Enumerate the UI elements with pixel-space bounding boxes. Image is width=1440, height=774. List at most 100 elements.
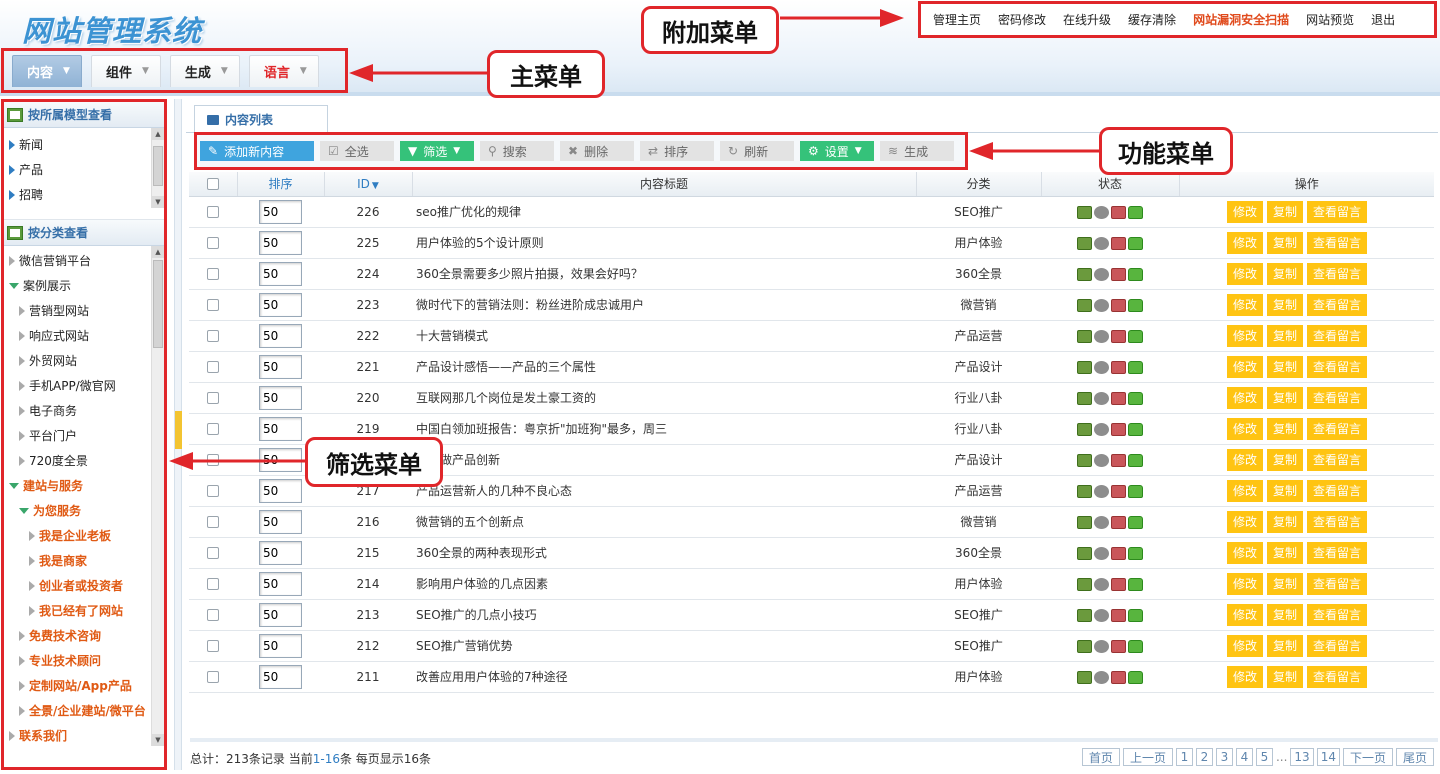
sort-order-input[interactable]: [259, 509, 302, 534]
title-cell[interactable]: 影响用户体验的几点因素: [412, 568, 916, 600]
row-select-cell[interactable]: [189, 227, 237, 259]
image-icon[interactable]: [1077, 453, 1092, 467]
edit-button[interactable]: 修改: [1227, 355, 1264, 378]
link-icon[interactable]: [1094, 515, 1109, 529]
lock-icon[interactable]: [1128, 329, 1143, 343]
category-item[interactable]: 平台门户: [4, 423, 164, 448]
row-checkbox[interactable]: [207, 671, 219, 683]
copy-button[interactable]: 复制: [1267, 665, 1304, 688]
image-icon[interactable]: [1077, 670, 1092, 684]
row-checkbox[interactable]: [207, 485, 219, 497]
sort-order-input[interactable]: [259, 354, 302, 379]
category-item[interactable]: 电子商务: [4, 398, 164, 423]
image-icon[interactable]: [1077, 577, 1092, 591]
title-cell[interactable]: 产品运营新人的几种不良心态: [412, 475, 916, 507]
edit-button[interactable]: 修改: [1227, 200, 1264, 223]
scroll-down-icon[interactable]: ▼: [152, 734, 164, 746]
image-icon[interactable]: [1077, 484, 1092, 498]
page-button[interactable]: 2: [1195, 748, 1213, 766]
copy-button[interactable]: 复制: [1267, 541, 1304, 564]
view-comments-button[interactable]: 查看留言: [1307, 634, 1368, 657]
image-icon[interactable]: [1077, 298, 1092, 312]
lock-icon[interactable]: [1128, 360, 1143, 374]
row-select-cell[interactable]: [189, 320, 237, 352]
title-cell[interactable]: 360全景的两种表现形式: [412, 537, 916, 569]
main-menu-tab[interactable]: 语言 ▼: [248, 54, 319, 87]
sort-order-input[interactable]: [259, 292, 302, 317]
category-item[interactable]: 全景/企业建站/微平台: [4, 698, 164, 723]
link-icon[interactable]: [1094, 546, 1109, 560]
row-select-cell[interactable]: [189, 630, 237, 662]
row-select-cell[interactable]: [189, 289, 237, 321]
row-select-cell[interactable]: [189, 382, 237, 414]
id-column-header[interactable]: ID ▼: [324, 172, 413, 197]
sort-order-input[interactable]: [259, 571, 302, 596]
edit-button[interactable]: 修改: [1227, 572, 1264, 595]
category-item[interactable]: 微信营销平台: [4, 248, 164, 273]
category-item[interactable]: 我是商家: [4, 548, 164, 573]
scroll-up-icon[interactable]: ▲: [152, 128, 164, 140]
toolbar-button[interactable]: ↻ 刷新: [720, 141, 794, 161]
page-button[interactable]: 13: [1290, 748, 1314, 766]
title-cell[interactable]: SEO推广营销优势: [412, 630, 916, 662]
row-select-cell[interactable]: [189, 568, 237, 600]
toolbar-button[interactable]: ⇄ 排序: [640, 141, 714, 161]
cart-icon[interactable]: [1111, 205, 1126, 219]
cart-icon[interactable]: [1111, 515, 1126, 529]
select-all-header[interactable]: [189, 172, 238, 197]
addmenu-item[interactable]: 缓存清除: [1128, 11, 1176, 28]
model-item[interactable]: 新闻: [4, 132, 164, 157]
title-cell[interactable]: 中国白领加班报告：粤京折"加班狗"最多，周三: [412, 413, 916, 445]
row-checkbox[interactable]: [207, 609, 219, 621]
link-icon[interactable]: [1094, 453, 1109, 467]
cart-icon[interactable]: [1111, 546, 1126, 560]
tab-content-list[interactable]: 内容列表: [194, 105, 328, 133]
copy-button[interactable]: 复制: [1267, 355, 1304, 378]
image-icon[interactable]: [1077, 205, 1092, 219]
lock-icon[interactable]: [1128, 453, 1143, 467]
row-select-cell[interactable]: [189, 506, 237, 538]
title-cell[interactable]: 微时代下的营销法则：粉丝进阶成忠诚用户: [412, 289, 916, 321]
row-select-cell[interactable]: [189, 661, 237, 693]
cart-icon[interactable]: [1111, 267, 1126, 281]
image-icon[interactable]: [1077, 515, 1092, 529]
cart-icon[interactable]: [1111, 236, 1126, 250]
row-checkbox[interactable]: [207, 640, 219, 652]
cart-icon[interactable]: [1111, 484, 1126, 498]
cart-icon[interactable]: [1111, 391, 1126, 405]
copy-button[interactable]: 复制: [1267, 603, 1304, 626]
cart-icon[interactable]: [1111, 577, 1126, 591]
view-comments-button[interactable]: 查看留言: [1307, 262, 1368, 285]
view-comments-button[interactable]: 查看留言: [1307, 541, 1368, 564]
lock-icon[interactable]: [1128, 546, 1143, 560]
sort-order-input[interactable]: [259, 323, 302, 348]
model-item[interactable]: 产品: [4, 157, 164, 182]
link-icon[interactable]: [1094, 360, 1109, 374]
link-icon[interactable]: [1094, 298, 1109, 312]
sort-order-input[interactable]: [259, 385, 302, 410]
edit-button[interactable]: 修改: [1227, 634, 1264, 657]
category-item[interactable]: 我已经有了网站: [4, 598, 164, 623]
lock-icon[interactable]: [1128, 267, 1143, 281]
view-comments-button[interactable]: 查看留言: [1307, 448, 1368, 471]
copy-button[interactable]: 复制: [1267, 572, 1304, 595]
row-select-cell[interactable]: [189, 444, 237, 476]
copy-button[interactable]: 复制: [1267, 293, 1304, 316]
edit-button[interactable]: 修改: [1227, 417, 1264, 440]
scroll-thumb[interactable]: [153, 146, 163, 186]
edit-button[interactable]: 修改: [1227, 541, 1264, 564]
lock-icon[interactable]: [1128, 422, 1143, 436]
category-item[interactable]: 建站与服务: [4, 473, 164, 498]
toolbar-button[interactable]: ▼ 筛选 ▼: [400, 141, 474, 161]
edit-button[interactable]: 修改: [1227, 293, 1264, 316]
first-page-button[interactable]: 首页: [1081, 748, 1120, 766]
cart-icon[interactable]: [1111, 360, 1126, 374]
toolbar-button[interactable]: ⚙ 设置 ▼: [800, 141, 874, 161]
link-icon[interactable]: [1094, 670, 1109, 684]
model-section-header[interactable]: 按所属模型查看: [4, 102, 164, 128]
link-icon[interactable]: [1094, 391, 1109, 405]
row-checkbox[interactable]: [207, 578, 219, 590]
copy-button[interactable]: 复制: [1267, 386, 1304, 409]
cart-icon[interactable]: [1111, 298, 1126, 312]
title-cell[interactable]: 改善应用用户体验的7种途径: [412, 661, 916, 693]
